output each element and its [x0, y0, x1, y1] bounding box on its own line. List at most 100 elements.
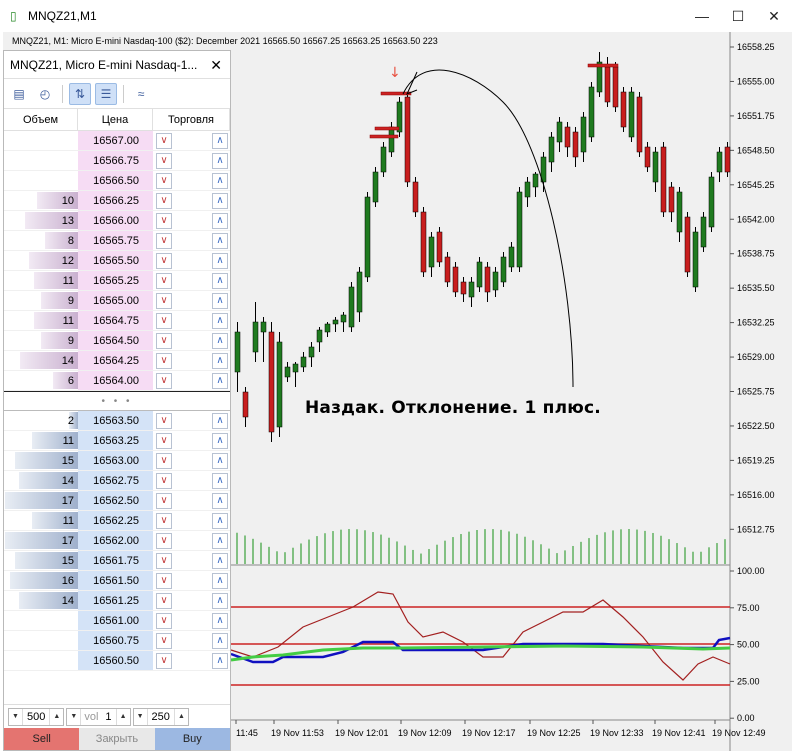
sell-limit-icon[interactable]: ∨: [156, 152, 172, 169]
bid-row[interactable]: 14 16562.75 ∨ ∧: [4, 471, 230, 491]
price-cell[interactable]: 16564.75: [78, 311, 153, 330]
bid-row[interactable]: 11 16563.25 ∨ ∧: [4, 431, 230, 451]
price-cell[interactable]: 16564.25: [78, 351, 153, 370]
sell-limit-icon[interactable]: ∨: [156, 512, 172, 529]
ask-row[interactable]: 14 16564.25 ∨ ∧: [4, 351, 230, 371]
volume-decrease[interactable]: ▼: [67, 708, 82, 725]
price-cell[interactable]: 16566.75: [78, 151, 153, 170]
sell-limit-icon[interactable]: ∨: [156, 252, 172, 269]
sell-limit-icon[interactable]: ∨: [156, 272, 172, 289]
buy-limit-icon[interactable]: ∧: [212, 332, 228, 349]
buy-limit-icon[interactable]: ∧: [212, 612, 228, 629]
sell-limit-icon[interactable]: ∨: [156, 452, 172, 469]
ask-row[interactable]: 6 16564.00 ∨ ∧: [4, 371, 230, 391]
buy-limit-icon[interactable]: ∧: [212, 492, 228, 509]
buy-limit-icon[interactable]: ∧: [212, 512, 228, 529]
sell-limit-icon[interactable]: ∨: [156, 652, 172, 669]
buy-limit-icon[interactable]: ∧: [212, 252, 228, 269]
price-cell[interactable]: 16562.25: [78, 511, 153, 530]
buy-limit-icon[interactable]: ∧: [212, 632, 228, 649]
sell-limit-icon[interactable]: ∨: [156, 212, 172, 229]
buy-limit-icon[interactable]: ∧: [212, 312, 228, 329]
buy-limit-icon[interactable]: ∧: [212, 192, 228, 209]
bid-row[interactable]: 15 16561.75 ∨ ∧: [4, 551, 230, 571]
sell-limit-icon[interactable]: ∨: [156, 472, 172, 489]
sell-limit-icon[interactable]: ∨: [156, 372, 172, 389]
sell-limit-icon[interactable]: ∨: [156, 592, 172, 609]
buy-limit-icon[interactable]: ∧: [212, 372, 228, 389]
sell-limit-icon[interactable]: ∨: [156, 332, 172, 349]
minimize-button[interactable]: —: [684, 0, 720, 32]
price-cell[interactable]: 16565.25: [78, 271, 153, 290]
qty1-stepper[interactable]: ▼ 500 ▲: [8, 707, 65, 726]
sell-limit-icon[interactable]: ∨: [156, 352, 172, 369]
sell-limit-icon[interactable]: ∨: [156, 312, 172, 329]
price-cell[interactable]: 16566.25: [78, 191, 153, 210]
qty1-increase[interactable]: ▲: [49, 708, 63, 725]
price-cell[interactable]: 16565.75: [78, 231, 153, 250]
ask-row[interactable]: 16566.50 ∨ ∧: [4, 171, 230, 191]
bid-row[interactable]: 16 16561.50 ∨ ∧: [4, 571, 230, 591]
price-cell[interactable]: 16561.00: [78, 611, 153, 630]
ask-row[interactable]: 13 16566.00 ∨ ∧: [4, 211, 230, 231]
price-cell[interactable]: 16564.00: [78, 371, 153, 390]
buy-limit-icon[interactable]: ∧: [212, 572, 228, 589]
tick-chart-icon[interactable]: ≈: [130, 83, 152, 105]
bid-row[interactable]: 2 16563.50 ∨ ∧: [4, 411, 230, 431]
ask-row[interactable]: 8 16565.75 ∨ ∧: [4, 231, 230, 251]
price-cell[interactable]: 16567.00: [78, 131, 153, 150]
price-cell[interactable]: 16561.50: [78, 571, 153, 590]
buy-limit-icon[interactable]: ∧: [212, 412, 228, 429]
bid-row[interactable]: 17 16562.00 ∨ ∧: [4, 531, 230, 551]
ask-row[interactable]: 11 16564.75 ∨ ∧: [4, 311, 230, 331]
price-cell[interactable]: 16560.75: [78, 631, 153, 650]
price-cell[interactable]: 16563.25: [78, 431, 153, 450]
bid-row[interactable]: 17 16562.50 ∨ ∧: [4, 491, 230, 511]
ask-row[interactable]: 11 16565.25 ∨ ∧: [4, 271, 230, 291]
buy-limit-icon[interactable]: ∧: [212, 432, 228, 449]
volume-increase[interactable]: ▲: [115, 708, 130, 725]
bid-row[interactable]: 16561.00 ∨ ∧: [4, 611, 230, 631]
autoscroll-icon[interactable]: ⇅: [69, 82, 91, 105]
price-cell[interactable]: 16565.50: [78, 251, 153, 270]
buy-button[interactable]: Buy: [154, 728, 230, 750]
bid-row[interactable]: 11 16562.25 ∨ ∧: [4, 511, 230, 531]
price-cell[interactable]: 16562.75: [78, 471, 153, 490]
ask-row[interactable]: 10 16566.25 ∨ ∧: [4, 191, 230, 211]
maximize-button[interactable]: ☐: [720, 0, 756, 32]
buy-limit-icon[interactable]: ∧: [212, 172, 228, 189]
qty1-value[interactable]: 500: [23, 711, 49, 723]
sell-limit-icon[interactable]: ∨: [156, 432, 172, 449]
buy-limit-icon[interactable]: ∧: [212, 552, 228, 569]
buy-limit-icon[interactable]: ∧: [212, 232, 228, 249]
price-cell[interactable]: 16561.25: [78, 591, 153, 610]
sell-limit-icon[interactable]: ∨: [156, 532, 172, 549]
ask-row[interactable]: 9 16564.50 ∨ ∧: [4, 331, 230, 351]
buy-limit-icon[interactable]: ∧: [212, 152, 228, 169]
price-cell[interactable]: 16560.50: [78, 651, 153, 670]
sell-limit-icon[interactable]: ∨: [156, 412, 172, 429]
buy-limit-icon[interactable]: ∧: [212, 532, 228, 549]
chart-view-icon[interactable]: ▤: [8, 83, 30, 105]
sell-limit-icon[interactable]: ∨: [156, 572, 172, 589]
buy-limit-icon[interactable]: ∧: [212, 132, 228, 149]
sell-limit-icon[interactable]: ∨: [156, 552, 172, 569]
sell-limit-icon[interactable]: ∨: [156, 292, 172, 309]
sell-limit-icon[interactable]: ∨: [156, 492, 172, 509]
buy-limit-icon[interactable]: ∧: [212, 212, 228, 229]
center-icon[interactable]: ☰: [95, 82, 117, 105]
sell-limit-icon[interactable]: ∨: [156, 172, 172, 189]
price-cell[interactable]: 16563.50: [78, 411, 153, 430]
ask-row[interactable]: 16566.75 ∨ ∧: [4, 151, 230, 171]
price-cell[interactable]: 16563.00: [78, 451, 153, 470]
price-cell[interactable]: 16566.00: [78, 211, 153, 230]
price-cell[interactable]: 16565.00: [78, 291, 153, 310]
volume-value[interactable]: 1: [101, 711, 115, 723]
time-sales-icon[interactable]: ◴: [34, 83, 56, 105]
qty2-value[interactable]: 250: [148, 711, 174, 723]
buy-limit-icon[interactable]: ∧: [212, 472, 228, 489]
sell-button[interactable]: Sell: [4, 728, 80, 750]
close-position-button[interactable]: Закрыть: [79, 728, 155, 750]
buy-limit-icon[interactable]: ∧: [212, 592, 228, 609]
qty1-decrease[interactable]: ▼: [9, 708, 23, 725]
